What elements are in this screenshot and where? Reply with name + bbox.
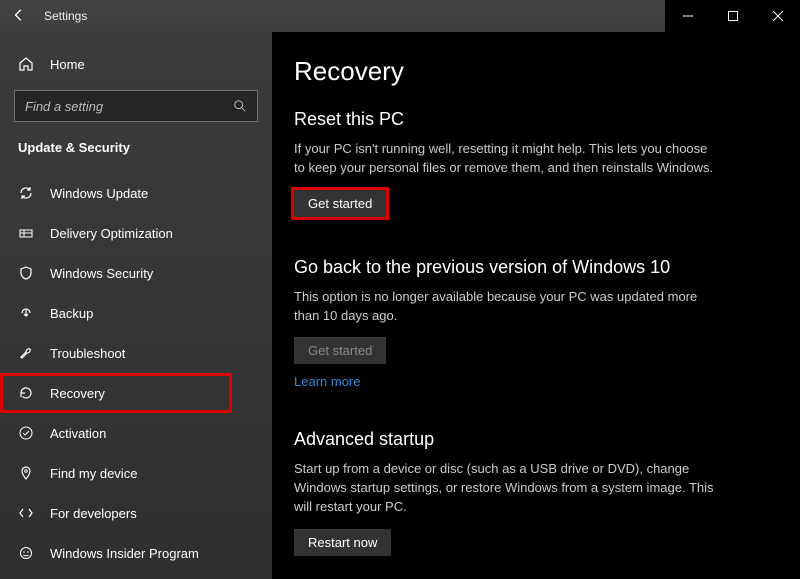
insider-icon	[18, 545, 34, 561]
main-content: Recovery Reset this PC If your PC isn't …	[272, 32, 800, 579]
sidebar-item-label: Find my device	[50, 466, 137, 481]
window-controls	[665, 0, 800, 32]
sidebar-item-label: Windows Security	[50, 266, 153, 281]
sync-icon	[18, 185, 34, 201]
wrench-icon	[18, 345, 34, 361]
get-started-disabled-button: Get started	[294, 337, 386, 364]
delivery-icon	[18, 225, 34, 241]
window-title: Settings	[44, 9, 87, 23]
goback-body: This option is no longer available becau…	[294, 288, 714, 326]
minimize-button[interactable]	[665, 0, 710, 32]
location-icon	[18, 465, 34, 481]
sidebar-item-insider-program[interactable]: Windows Insider Program	[0, 533, 272, 573]
home-icon	[18, 56, 34, 72]
get-started-button[interactable]: Get started	[294, 190, 386, 217]
reset-body: If your PC isn't running well, resetting…	[294, 140, 714, 178]
check-circle-icon	[18, 425, 34, 441]
sidebar-item-label: Delivery Optimization	[50, 226, 173, 241]
sidebar-item-label: Recovery	[50, 386, 105, 401]
sidebar-item-label: For developers	[50, 506, 137, 521]
go-back-section: Go back to the previous version of Windo…	[294, 257, 768, 390]
advanced-heading: Advanced startup	[294, 429, 768, 450]
maximize-button[interactable]	[710, 0, 755, 32]
shield-icon	[18, 265, 34, 281]
search-field[interactable]	[25, 99, 233, 114]
titlebar: Settings	[0, 0, 800, 32]
sidebar-item-for-developers[interactable]: For developers	[0, 493, 272, 533]
goback-heading: Go back to the previous version of Windo…	[294, 257, 768, 278]
sidebar: Home Update & Security Windows Update De…	[0, 32, 272, 579]
recovery-icon	[18, 385, 34, 401]
sidebar-item-windows-security[interactable]: Windows Security	[0, 253, 272, 293]
home-label: Home	[50, 57, 85, 72]
restart-now-button[interactable]: Restart now	[294, 529, 391, 556]
advanced-body: Start up from a device or disc (such as …	[294, 460, 714, 517]
page-title: Recovery	[294, 56, 768, 87]
sidebar-nav: Windows Update Delivery Optimization Win…	[0, 173, 272, 573]
search-input[interactable]	[14, 90, 258, 122]
close-button[interactable]	[755, 0, 800, 32]
back-button[interactable]	[12, 8, 26, 25]
sidebar-item-label: Windows Insider Program	[50, 546, 199, 561]
reset-heading: Reset this PC	[294, 109, 768, 130]
code-icon	[18, 505, 34, 521]
advanced-startup-section: Advanced startup Start up from a device …	[294, 429, 768, 556]
learn-more-link[interactable]: Learn more	[294, 374, 360, 389]
sidebar-item-troubleshoot[interactable]: Troubleshoot	[0, 333, 272, 373]
sidebar-item-windows-update[interactable]: Windows Update	[0, 173, 272, 213]
sidebar-item-label: Activation	[50, 426, 106, 441]
sidebar-item-activation[interactable]: Activation	[0, 413, 272, 453]
home-button[interactable]: Home	[0, 48, 272, 80]
search-icon	[233, 99, 247, 113]
sidebar-item-label: Backup	[50, 306, 93, 321]
sidebar-item-delivery-optimization[interactable]: Delivery Optimization	[0, 213, 272, 253]
sidebar-item-backup[interactable]: Backup	[0, 293, 272, 333]
reset-pc-section: Reset this PC If your PC isn't running w…	[294, 109, 768, 217]
sidebar-item-label: Windows Update	[50, 186, 148, 201]
sidebar-item-recovery[interactable]: Recovery	[0, 373, 232, 413]
sidebar-item-find-my-device[interactable]: Find my device	[0, 453, 272, 493]
backup-icon	[18, 305, 34, 321]
sidebar-section-title: Update & Security	[0, 140, 272, 173]
sidebar-item-label: Troubleshoot	[50, 346, 125, 361]
